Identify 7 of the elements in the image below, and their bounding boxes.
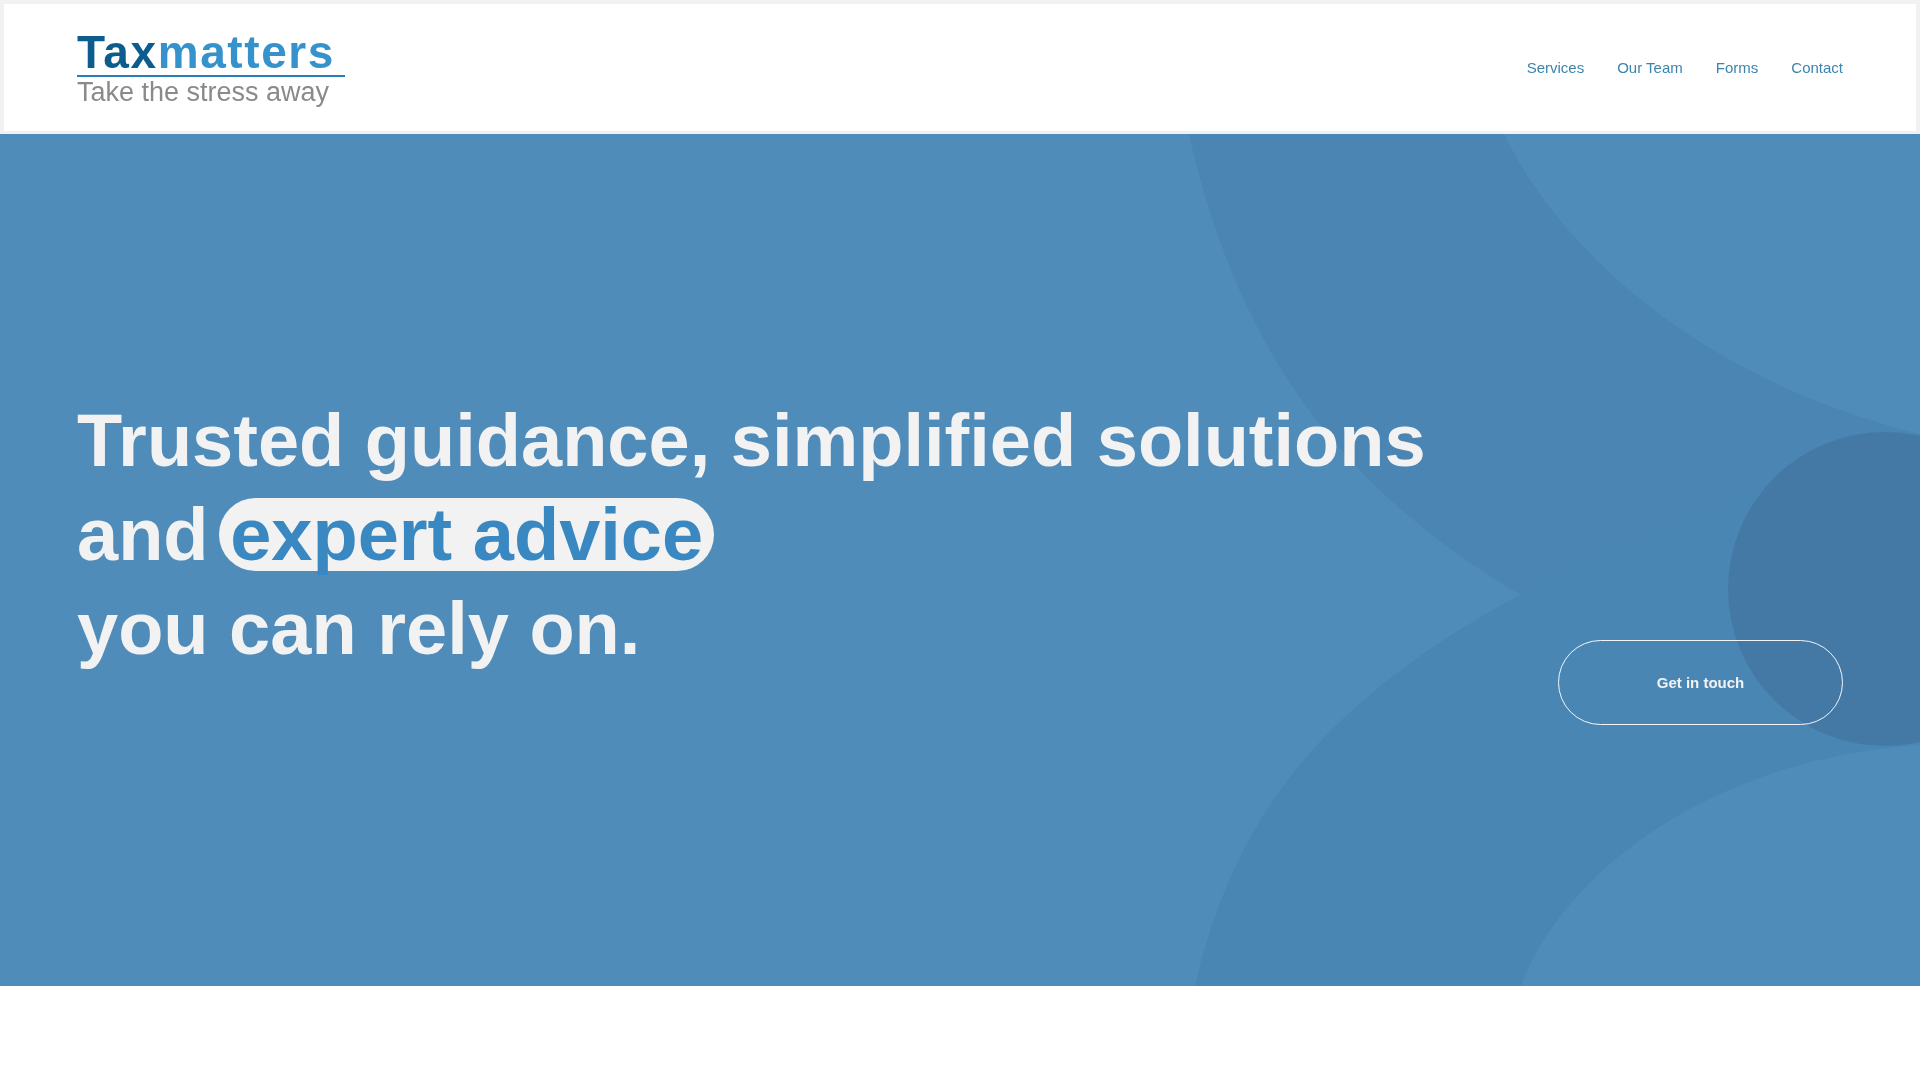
logo-wordmark: Taxmatters xyxy=(77,32,337,72)
nav-link[interactable]: Services xyxy=(1526,59,1585,76)
hero-headline: Trusted guidance, simplified solutions and expert advice you can rely on. xyxy=(77,398,1427,672)
nav-link[interactable]: Forms xyxy=(1715,59,1759,76)
logo-tagline: Take the stress away xyxy=(77,77,331,107)
nav-link[interactable]: Contact xyxy=(1791,59,1843,76)
nav-link[interactable]: Our Team xyxy=(1617,59,1683,76)
